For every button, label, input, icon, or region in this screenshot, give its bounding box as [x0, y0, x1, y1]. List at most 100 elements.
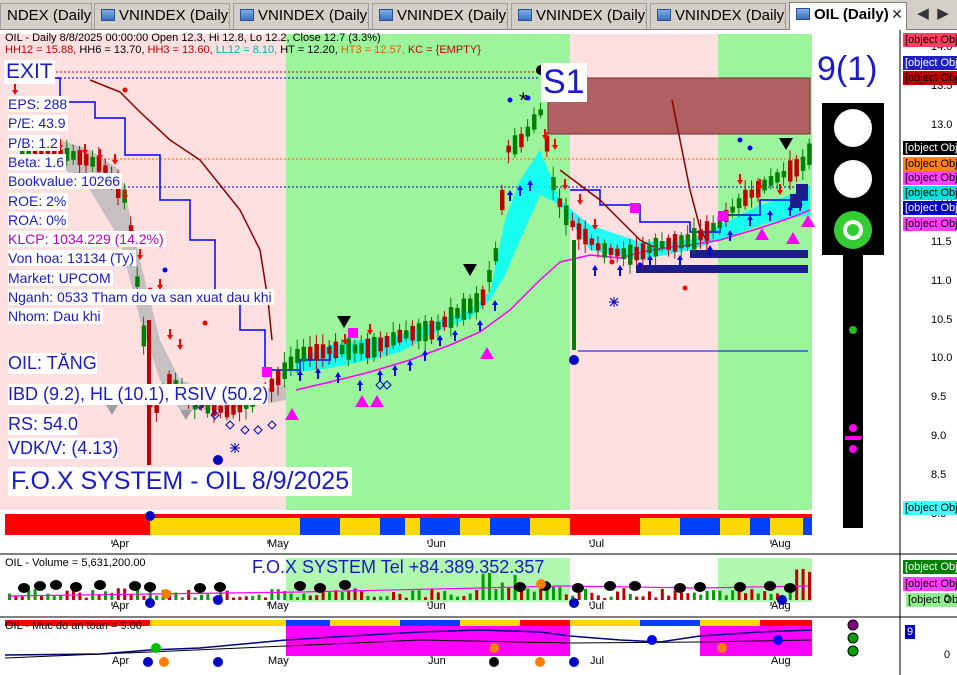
safety-strip-segment: [570, 620, 640, 626]
safety-strip-segment: [330, 620, 400, 626]
candle-body: [608, 247, 614, 256]
safety-strip-segment: [760, 620, 812, 626]
tab-vnindex-3[interactable]: VNINDEX (Daily): [372, 3, 508, 29]
volume-bar: [78, 592, 82, 600]
volume-bar: [449, 594, 453, 600]
month-label: Jul: [590, 655, 605, 667]
price-axis-label: 10.5: [931, 313, 953, 326]
strip-segment: [803, 518, 812, 535]
candle-body: [596, 243, 601, 251]
candle-body: [372, 336, 377, 358]
safety-badge-icon: [159, 657, 169, 667]
month-label: Apr: [112, 655, 130, 667]
candle-body: [538, 109, 543, 116]
safety-badge-icon: [535, 657, 545, 667]
fundamental-stat: Von hoa: 13134 (Ty): [8, 250, 137, 267]
candle-body: [135, 276, 140, 287]
tab-prev-icon[interactable]: ◀: [914, 5, 932, 23]
close-tab-icon[interactable]: ✕: [889, 6, 905, 22]
candle-body: [71, 151, 76, 160]
support-box-2: [636, 265, 808, 273]
green-dot: [849, 326, 857, 334]
level-item: HH12 = 15.88,: [5, 44, 80, 56]
candle-body: [429, 320, 435, 340]
candle-body: [461, 298, 467, 320]
candle-body: [704, 221, 710, 242]
volume-marker-icon: [194, 583, 206, 593]
candle-body: [455, 307, 460, 319]
candle-body: [365, 338, 371, 358]
volume-bar: [712, 590, 715, 600]
volume-bar: [507, 587, 511, 600]
candle-body: [602, 243, 607, 258]
volume-bar: [187, 589, 191, 600]
volume-bar: [430, 589, 434, 600]
tab-next-icon[interactable]: ▶: [934, 5, 952, 23]
candle-body: [77, 150, 83, 165]
candle-body: [301, 346, 307, 362]
month-label: Jun: [428, 600, 446, 612]
volume-bar: [648, 591, 651, 600]
volume-marker-icon: [70, 582, 82, 592]
tab-label: VNINDEX (Daily): [536, 7, 647, 24]
tab-vnindex-2[interactable]: VNINDEX (Daily): [233, 3, 369, 29]
candle-body: [359, 343, 364, 354]
strip-segment: [640, 518, 680, 535]
strip-segment: [490, 518, 530, 535]
support-box-1: [690, 250, 808, 258]
fundamental-stat: ROE: 2%: [8, 192, 69, 209]
volume-bar: [475, 589, 479, 600]
month-label: Apr: [112, 600, 130, 612]
price-axis-label: 10.0: [931, 352, 953, 365]
tab-ndex[interactable]: NDEX (Daily): [0, 3, 92, 29]
volume-bar: [379, 596, 383, 600]
s1-signal: S1: [541, 63, 587, 102]
volume-bar: [763, 591, 767, 600]
volume-bar: [366, 595, 370, 600]
safety-badge-icon: [489, 657, 499, 667]
red-dot-icon: [609, 259, 615, 265]
volume-bar: [686, 593, 690, 600]
volume-marker-icon: [734, 582, 746, 592]
volume-tag: [object Object]: [903, 577, 957, 591]
chart-canvas[interactable]: [0, 30, 957, 675]
strip-segment: [570, 518, 640, 535]
month-label: Jul: [590, 600, 605, 612]
strip-segment: [405, 518, 420, 535]
volume-bar: [129, 594, 133, 600]
candle-body: [500, 189, 505, 211]
volume-bar: [244, 596, 248, 600]
price-axis-label: 9.0: [931, 430, 947, 443]
safety-strip-segment: [460, 620, 520, 626]
price-axis-label: 11.0: [931, 274, 952, 287]
candle-body: [794, 159, 799, 177]
snowflake-icon: [230, 443, 240, 453]
volume-marker-icon: [214, 582, 226, 592]
candle-body: [621, 248, 627, 260]
count-signal: 9(1): [817, 50, 878, 88]
vdk-label: VDK/V: (4.13): [8, 438, 119, 459]
strip-segment: [150, 518, 286, 535]
tab-vnindex-5[interactable]: VNINDEX (Daily): [650, 3, 786, 29]
snowflake-icon: [609, 297, 619, 307]
safety-indicator-icon: [847, 619, 859, 631]
price-tag: [object Object]: [903, 201, 957, 215]
magenta-square-icon: [718, 211, 728, 221]
tab-vnindex-1[interactable]: VNINDEX (Daily): [94, 3, 230, 29]
volume-bar: [8, 593, 11, 600]
volume-bar: [46, 593, 50, 600]
candle-body: [589, 238, 595, 245]
strip-segment: [380, 518, 405, 535]
fundamental-stat: EPS: 288: [8, 96, 70, 112]
candle-body: [666, 237, 671, 251]
volume-tag: [object Object]: [903, 560, 957, 574]
volume-bar: [270, 589, 274, 600]
blue-dot-icon: [747, 145, 753, 151]
candle-body: [551, 177, 556, 191]
volume-bar: [97, 594, 101, 600]
number-badge-icon: [213, 455, 223, 465]
magenta-square-icon: [348, 328, 358, 338]
candle-body: [653, 237, 659, 257]
volume-bar: [744, 593, 747, 600]
tab-vnindex-4[interactable]: VNINDEX (Daily): [511, 3, 647, 29]
